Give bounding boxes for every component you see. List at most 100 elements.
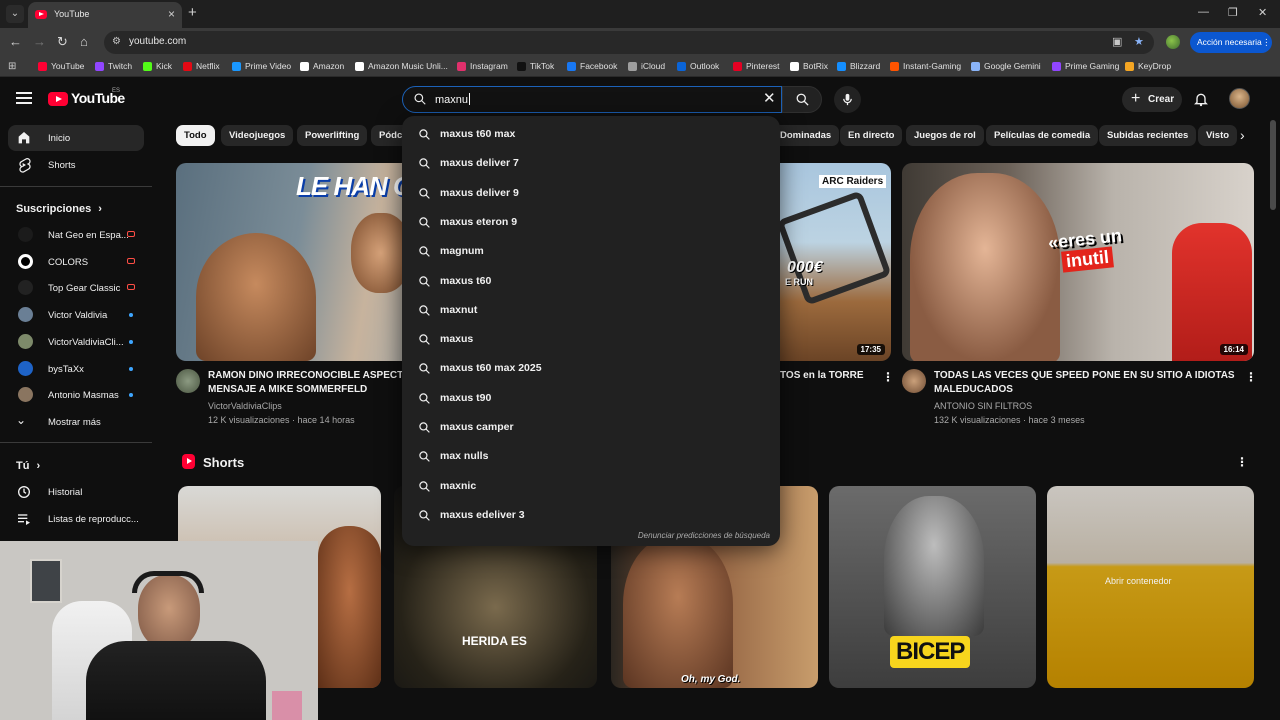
search-suggestion-item[interactable]: maxus t60: [402, 267, 780, 296]
video-menu-icon[interactable]: ⋮: [1245, 371, 1257, 383]
profile-icon[interactable]: [1166, 35, 1180, 49]
bookmark-item[interactable]: Twitch: [95, 61, 132, 71]
sidebar-item-playlists[interactable]: Listas de reproducc...: [8, 506, 144, 532]
bookmark-item[interactable]: TikTok: [517, 61, 554, 71]
sidebar-subscription-item[interactable]: Victor Valdivia: [8, 302, 144, 328]
search-suggestion-item[interactable]: maxus t90: [402, 384, 780, 413]
notifications-bell-icon[interactable]: [1193, 90, 1209, 108]
channel-name[interactable]: VictorValdiviaClips: [208, 399, 282, 413]
filter-chip[interactable]: En directo: [840, 125, 903, 146]
sidebar-subscription-item[interactable]: VictorValdiviaCli...: [8, 329, 144, 355]
filter-chip[interactable]: Todo: [176, 125, 215, 146]
search-suggestion-item[interactable]: magnum: [402, 237, 780, 266]
chips-next-icon[interactable]: ›: [1240, 127, 1245, 143]
action-needed-button[interactable]: Acción necesaria ⋮: [1190, 32, 1272, 53]
search-suggestion-item[interactable]: maxus t60 max 2025: [402, 354, 780, 383]
video-title-line2[interactable]: MENSAJE A MIKE SOMMERFELD: [208, 383, 367, 397]
back-icon[interactable]: ←: [9, 34, 22, 50]
report-predictions-link[interactable]: Denunciar predicciones de búsqueda: [638, 531, 770, 540]
menu-icon[interactable]: [16, 92, 32, 104]
site-info-icon[interactable]: ⚙: [112, 36, 124, 48]
url-text[interactable]: youtube.com: [129, 36, 186, 47]
bookmark-item[interactable]: Instant-Gaming: [890, 61, 961, 71]
minimize-icon[interactable]: —: [1198, 6, 1209, 18]
search-input[interactable]: maxnu ✕: [402, 86, 782, 113]
channel-avatar[interactable]: [176, 369, 200, 393]
channel-name[interactable]: ANTONIO SIN FILTROS: [934, 399, 1032, 413]
bookmark-item[interactable]: Google Gemini: [971, 61, 1041, 71]
bookmark-item[interactable]: Kick: [143, 61, 172, 71]
voice-search-button[interactable]: [834, 86, 861, 113]
bookmark-item[interactable]: Facebook: [567, 61, 617, 71]
search-suggestion-item[interactable]: maxus deliver 9: [402, 179, 780, 208]
show-more-button[interactable]: ⌄ Mostrar más: [8, 409, 144, 435]
search-suggestion-item[interactable]: maxus: [402, 325, 780, 354]
install-app-icon[interactable]: ▣: [1112, 35, 1122, 48]
bookmark-item[interactable]: Amazon: [300, 61, 344, 71]
short-thumbnail[interactable]: Abrir contenedor: [1047, 486, 1254, 688]
sidebar-item-historial[interactable]: Historial: [8, 479, 144, 505]
bookmark-item[interactable]: Amazon Music Unli...: [355, 61, 448, 71]
search-suggestion-item[interactable]: maxnic: [402, 472, 780, 501]
youtube-logo-icon[interactable]: [48, 92, 68, 106]
bookmark-item[interactable]: KeyDrop: [1125, 61, 1171, 71]
filter-chip[interactable]: Dominadas: [772, 125, 840, 146]
bookmark-item[interactable]: Outlook: [677, 61, 719, 71]
video-title-line2[interactable]: MALEDUCADOS: [934, 383, 1013, 397]
restore-icon[interactable]: ❐: [1228, 6, 1238, 19]
search-suggestion-item[interactable]: maxus eteron 9: [402, 208, 780, 237]
search-suggestion-item[interactable]: maxus t60 max: [402, 120, 780, 149]
home-page-icon[interactable]: ⌂: [80, 34, 88, 50]
search-suggestion-item[interactable]: maxnut: [402, 296, 780, 325]
you-heading[interactable]: Tú ›: [16, 460, 40, 472]
sidebar-item-inicio[interactable]: Inicio: [8, 125, 144, 151]
search-button[interactable]: [782, 86, 822, 113]
filter-chip[interactable]: Videojuegos: [221, 125, 294, 146]
user-avatar[interactable]: [1229, 88, 1250, 109]
channel-avatar[interactable]: [902, 369, 926, 393]
sidebar-subscription-item[interactable]: Antonio Masmas: [8, 382, 144, 408]
bookmark-item[interactable]: iCloud: [628, 61, 665, 71]
filter-chip[interactable]: Juegos de rol: [906, 125, 984, 146]
sidebar-subscription-item[interactable]: COLORS: [8, 249, 144, 275]
bookmark-item[interactable]: Pinterest: [733, 61, 780, 71]
address-bar[interactable]: ⚙ youtube.com ▣ ★: [104, 31, 1154, 54]
bookmark-item[interactable]: Prime Video: [232, 61, 291, 71]
sidebar-subscription-item[interactable]: bysTaXx: [8, 356, 144, 382]
sidebar-subscription-item[interactable]: Nat Geo en Espa...: [8, 222, 144, 248]
tab-close-icon[interactable]: ×: [168, 7, 175, 21]
video-title[interactable]: RAMON DINO IRRECONOCIBLE ASPECTO: [208, 369, 411, 383]
forward-icon[interactable]: →: [33, 34, 46, 50]
video-menu-icon[interactable]: ⋮: [882, 371, 894, 383]
browser-tab-youtube[interactable]: YouTube ×: [28, 2, 182, 28]
apps-grid-icon[interactable]: ⊞: [8, 61, 16, 72]
search-suggestion-item[interactable]: maxus deliver 7: [402, 149, 780, 178]
bookmark-item[interactable]: Instagram: [457, 61, 508, 71]
video-thumbnail[interactable]: «eres un inutil 16:14: [902, 163, 1254, 361]
video-title[interactable]: TODAS LAS VECES QUE SPEED PONE EN SU SIT…: [934, 369, 1235, 383]
subscriptions-heading[interactable]: Suscripciones ›: [16, 203, 102, 215]
video-title[interactable]: TOS en la TORRE: [780, 369, 864, 383]
browser-menu-icon[interactable]: ⋮: [1262, 37, 1271, 48]
short-thumbnail[interactable]: BICEP: [829, 486, 1036, 688]
bookmark-item[interactable]: Blizzard: [837, 61, 880, 71]
sidebar-subscription-item[interactable]: Top Gear Classic: [8, 275, 144, 301]
filter-chip[interactable]: Subidas recientes: [1099, 125, 1197, 146]
create-button[interactable]: + Crear: [1122, 87, 1182, 112]
search-suggestion-item[interactable]: max nulls: [402, 442, 780, 471]
filter-chip[interactable]: Powerlifting: [297, 125, 368, 146]
search-suggestion-item[interactable]: maxus camper: [402, 413, 780, 442]
bookmark-item[interactable]: Prime Gaming: [1052, 61, 1119, 71]
shorts-menu-icon[interactable]: ⋮: [1236, 456, 1248, 468]
search-suggestion-item[interactable]: maxus edeliver 3: [402, 501, 780, 530]
page-scrollbar[interactable]: [1270, 120, 1276, 210]
new-tab-button[interactable]: +: [188, 5, 197, 21]
filter-chip[interactable]: Películas de comedia: [986, 125, 1099, 146]
bookmark-item[interactable]: YouTube: [38, 61, 84, 71]
bookmark-star-icon[interactable]: ★: [1134, 35, 1144, 48]
bookmark-item[interactable]: Netflix: [183, 61, 220, 71]
reload-icon[interactable]: ↻: [57, 34, 68, 50]
tab-search-button[interactable]: ⌄: [6, 5, 24, 23]
bookmark-item[interactable]: BotRix: [790, 61, 828, 71]
sidebar-item-shorts[interactable]: Shorts: [8, 152, 144, 178]
